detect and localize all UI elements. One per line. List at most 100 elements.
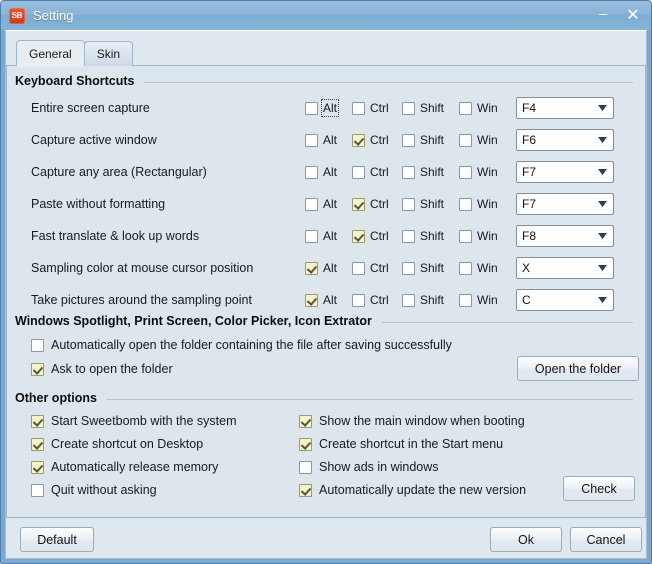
checkbox-win[interactable]: [459, 261, 472, 275]
checkbox-alt[interactable]: [305, 293, 318, 307]
key-combobox[interactable]: F4: [516, 97, 614, 119]
checkbox-ctrl[interactable]: [352, 165, 365, 179]
chevron-down-icon[interactable]: [593, 201, 611, 207]
checkbox-ctrl[interactable]: [352, 133, 365, 147]
chevron-down-icon[interactable]: [593, 297, 611, 303]
checkbox-shift[interactable]: [402, 293, 415, 307]
option-quit-without-asking[interactable]: Quit without asking: [31, 483, 157, 497]
checkbox-alt[interactable]: [305, 229, 318, 243]
checkbox-shift[interactable]: [402, 101, 415, 115]
modifier-shift[interactable]: Shift: [402, 133, 444, 147]
modifier-alt[interactable]: Alt: [305, 165, 337, 179]
option-show-main-window[interactable]: Show the main window when booting: [299, 414, 525, 428]
tab-skin[interactable]: Skin: [83, 41, 134, 66]
checkbox-show-ads[interactable]: [299, 460, 312, 474]
checkbox-shortcut-desktop[interactable]: [31, 437, 44, 451]
key-combobox[interactable]: F7: [516, 161, 614, 183]
checkbox-win[interactable]: [459, 197, 472, 211]
checkbox-win[interactable]: [459, 165, 472, 179]
checkbox-ctrl[interactable]: [352, 229, 365, 243]
close-icon[interactable]: ✕: [623, 6, 643, 26]
checkbox-shift[interactable]: [402, 229, 415, 243]
checkbox-win[interactable]: [459, 229, 472, 243]
option-ask-to-open-folder[interactable]: Ask to open the folder: [31, 362, 173, 376]
checkbox-start-with-system[interactable]: [31, 414, 44, 428]
modifier-win[interactable]: Win: [459, 133, 498, 147]
checkbox-alt[interactable]: [305, 101, 318, 115]
checkbox-shift[interactable]: [402, 165, 415, 179]
chevron-down-icon[interactable]: [593, 233, 611, 239]
modifier-ctrl[interactable]: Ctrl: [352, 293, 389, 307]
modifier-shift[interactable]: Shift: [402, 261, 444, 275]
tab-general[interactable]: General: [16, 40, 85, 67]
modifier-alt[interactable]: Alt: [305, 99, 340, 117]
modifier-win[interactable]: Win: [459, 197, 498, 211]
ok-button[interactable]: Ok: [490, 527, 562, 552]
minimize-icon[interactable]: –: [593, 3, 613, 29]
option-start-with-system[interactable]: Start Sweetbomb with the system: [31, 414, 237, 428]
modifier-ctrl[interactable]: Ctrl: [352, 229, 389, 243]
checkbox-alt[interactable]: [305, 261, 318, 275]
key-combobox[interactable]: F8: [516, 225, 614, 247]
checkbox-auto-update[interactable]: [299, 483, 312, 497]
default-button[interactable]: Default: [20, 527, 94, 552]
checkbox-ask-to-open-folder[interactable]: [31, 362, 44, 376]
checkbox-ctrl[interactable]: [352, 197, 365, 211]
modifier-win[interactable]: Win: [459, 101, 498, 115]
checkbox-alt[interactable]: [305, 197, 318, 211]
check-update-button[interactable]: Check: [563, 476, 635, 501]
checkbox-quit-without-asking[interactable]: [31, 483, 44, 497]
modifier-win[interactable]: Win: [459, 293, 498, 307]
option-show-ads[interactable]: Show ads in windows: [299, 460, 439, 474]
checkbox-auto-open-folder[interactable]: [31, 338, 44, 352]
checkbox-show-main-window[interactable]: [299, 414, 312, 428]
group-keyboard-shortcuts: Keyboard Shortcuts Entire screen capture…: [7, 74, 645, 316]
checkbox-alt[interactable]: [305, 165, 318, 179]
key-combobox[interactable]: X: [516, 257, 614, 279]
modifier-shift[interactable]: Shift: [402, 165, 444, 179]
key-combobox[interactable]: F6: [516, 129, 614, 151]
modifier-alt[interactable]: Alt: [305, 197, 337, 211]
cancel-button[interactable]: Cancel: [570, 527, 642, 552]
modifier-ctrl[interactable]: Ctrl: [352, 165, 389, 179]
checkbox-ctrl[interactable]: [352, 261, 365, 275]
modifier-ctrl[interactable]: Ctrl: [352, 133, 389, 147]
chevron-down-icon[interactable]: [593, 105, 611, 111]
checkbox-win[interactable]: [459, 133, 472, 147]
modifier-alt[interactable]: Alt: [305, 133, 337, 147]
modifier-shift[interactable]: Shift: [402, 197, 444, 211]
checkbox-shift[interactable]: [402, 133, 415, 147]
chevron-down-icon[interactable]: [593, 137, 611, 143]
option-auto-update[interactable]: Automatically update the new version: [299, 483, 526, 497]
checkbox-shift[interactable]: [402, 197, 415, 211]
checkbox-shortcut-start-menu[interactable]: [299, 437, 312, 451]
modifier-alt[interactable]: Alt: [305, 261, 337, 275]
modifier-alt[interactable]: Alt: [305, 229, 337, 243]
modifier-alt[interactable]: Alt: [305, 293, 337, 307]
key-combobox[interactable]: F7: [516, 193, 614, 215]
chevron-down-icon[interactable]: [593, 265, 611, 271]
modifier-ctrl[interactable]: Ctrl: [352, 197, 389, 211]
modifier-ctrl[interactable]: Ctrl: [352, 101, 389, 115]
checkbox-shift[interactable]: [402, 261, 415, 275]
modifier-win[interactable]: Win: [459, 261, 498, 275]
modifier-shift[interactable]: Shift: [402, 293, 444, 307]
option-shortcut-start-menu[interactable]: Create shortcut in the Start menu: [299, 437, 503, 451]
modifier-ctrl[interactable]: Ctrl: [352, 261, 389, 275]
checkbox-ctrl[interactable]: [352, 293, 365, 307]
checkbox-win[interactable]: [459, 293, 472, 307]
modifier-shift[interactable]: Shift: [402, 101, 444, 115]
checkbox-ctrl[interactable]: [352, 101, 365, 115]
option-auto-open-folder[interactable]: Automatically open the folder containing…: [31, 338, 452, 352]
checkbox-release-memory[interactable]: [31, 460, 44, 474]
chevron-down-icon[interactable]: [593, 169, 611, 175]
modifier-win[interactable]: Win: [459, 165, 498, 179]
modifier-shift[interactable]: Shift: [402, 229, 444, 243]
checkbox-alt[interactable]: [305, 133, 318, 147]
option-release-memory[interactable]: Automatically release memory: [31, 460, 218, 474]
key-combobox[interactable]: C: [516, 289, 614, 311]
option-shortcut-desktop[interactable]: Create shortcut on Desktop: [31, 437, 203, 451]
open-the-folder-button[interactable]: Open the folder: [517, 356, 639, 381]
checkbox-win[interactable]: [459, 101, 472, 115]
modifier-win[interactable]: Win: [459, 229, 498, 243]
